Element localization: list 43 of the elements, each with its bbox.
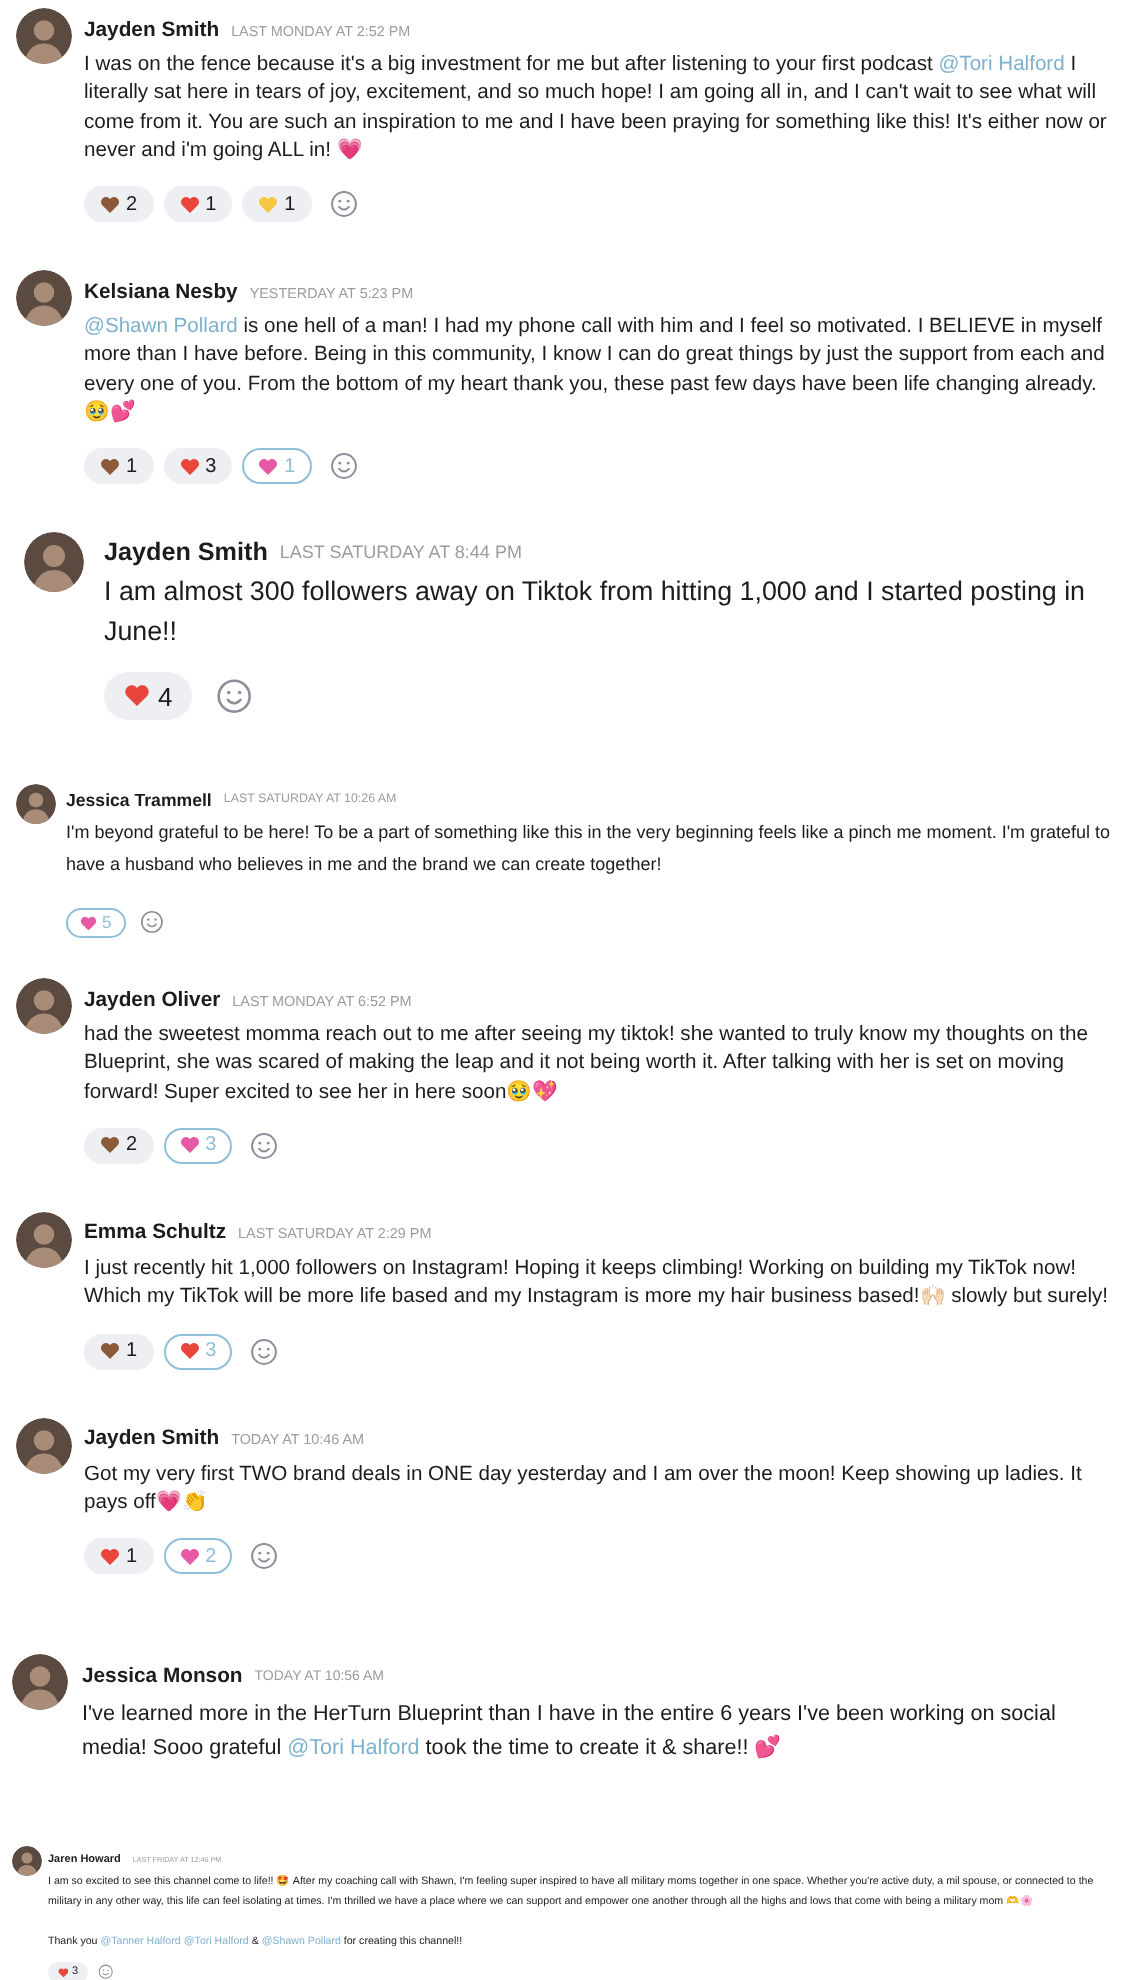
add-reaction-icon[interactable] bbox=[250, 1131, 279, 1160]
author-name[interactable]: Emma Schultz bbox=[84, 1222, 227, 1245]
reaction-chip[interactable]: 2 bbox=[84, 186, 154, 223]
message-text: @Shawn Pollard is one hell of a man! I had my phone call with him and I feel so motivated. I BELIEVE in myself more than I have before. Being in this community, I know I can do great things by just the support from each and every one of you. From the bottom of my heart thank you, these past few days have been life changing already. 🥹💕 bbox=[84, 314, 1107, 429]
reaction-chip[interactable]: 1 bbox=[242, 186, 312, 223]
message-text: Got my very first TWO brand deals in ONE day yesterday and I am over the moon! Keep showing up ladies. It pays off💗👏 bbox=[84, 1461, 1084, 1518]
reaction-chip[interactable]: 1 bbox=[163, 186, 233, 223]
avatar bbox=[16, 270, 72, 327]
avatar bbox=[16, 8, 72, 64]
reaction-chip[interactable]: 3 bbox=[163, 448, 233, 485]
add-reaction-icon[interactable] bbox=[97, 1964, 114, 1980]
avatar bbox=[16, 1211, 72, 1268]
author-name[interactable]: Jayden Smith bbox=[84, 19, 220, 41]
reaction-chip[interactable]: 2 bbox=[84, 1127, 154, 1164]
timestamp: LAST SATURDAY AT 8:44 PM bbox=[279, 542, 522, 563]
author-name[interactable]: Jayden Smith bbox=[84, 1428, 220, 1451]
reaction-chip[interactable]: 1 bbox=[84, 1538, 154, 1575]
author-name[interactable]: Jayden Smith bbox=[104, 538, 268, 567]
reaction-chip[interactable]: 4 bbox=[104, 672, 193, 720]
reaction-chip[interactable]: 1 bbox=[84, 448, 154, 485]
avatar bbox=[16, 1417, 72, 1474]
author-name[interactable]: Kelsiana Nesby bbox=[84, 281, 238, 304]
author-name[interactable]: Jayden Oliver bbox=[84, 989, 221, 1012]
add-reaction-icon[interactable] bbox=[140, 910, 165, 935]
add-reaction-icon[interactable] bbox=[250, 1542, 279, 1571]
message-text: I am almost 300 followers away on Tiktok from hitting 1,000 and I started posting in June!! bbox=[104, 574, 1087, 651]
avatar bbox=[16, 783, 56, 824]
add-reaction-icon[interactable] bbox=[329, 452, 358, 481]
avatar bbox=[12, 1846, 42, 1877]
add-reaction-icon[interactable] bbox=[250, 1337, 279, 1366]
add-reaction-icon[interactable] bbox=[216, 677, 253, 715]
add-reaction-icon[interactable] bbox=[329, 190, 358, 219]
message-text: I'm beyond grateful to be here! To be a part of something like this in the very beginning feels like a pinch me moment. I'm grateful to have a husband who believes in me and the brand we can create together! bbox=[66, 819, 1113, 878]
author-name[interactable]: Jessica Monson bbox=[82, 1665, 243, 1688]
message-text: had the sweetest momma reach out to me after seeing my tiktok! she wanted to truly know my thoughts on the Blueprint, she was scared of making the leap and it not being worth it. After talking with her is set on moving forward! Super excited to see her in here soon🥹💖 bbox=[84, 1022, 1090, 1108]
avatar bbox=[12, 1654, 68, 1711]
avatar bbox=[16, 978, 72, 1035]
reaction-chip[interactable]: 1 bbox=[84, 1333, 154, 1370]
avatar bbox=[24, 532, 84, 593]
author-name[interactable]: Jessica Trammell bbox=[66, 789, 212, 810]
message-text: I just recently hit 1,000 followers on Instagram! Hoping it keeps climbing! Working on building my TikTok now! Which my TikTok will be more life based and my Instagram is more my hair business based!🙌🏻 slowly but surely! bbox=[84, 1255, 1111, 1313]
message-text: I've learned more in the HerTurn Blueprint than I have in the entire 6 years I've been working on social media! Sooo grateful @Tori Halford took the time to create it & share!! 💕 bbox=[82, 1700, 1058, 1765]
message-text: I was on the fence because it's a big investment for me but after listening to your first podcast @Tori Halford I literally sat here in tears of joy, excitement, and so much hope! I am going all in, and I can't wait to see what will come from it. You are such an inspiration to me and I have been praying for something like this! It's either now or never and i'm going ALL in! 💗 bbox=[84, 52, 1109, 166]
